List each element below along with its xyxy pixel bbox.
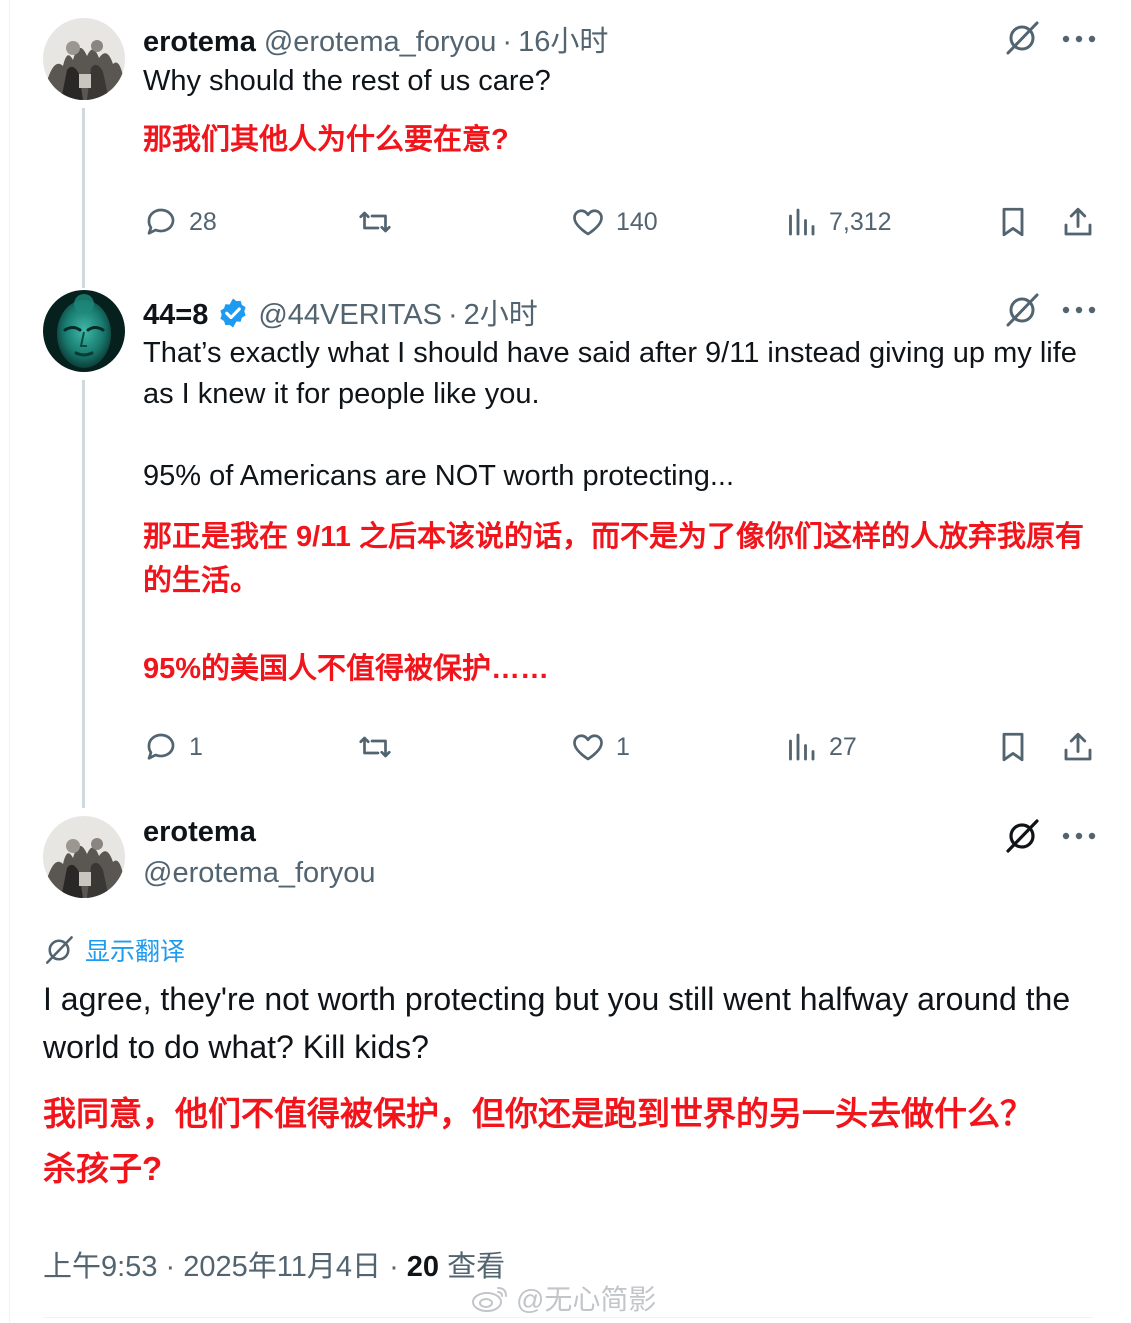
bookmark-icon <box>1002 207 1024 237</box>
main-display-name: erotema <box>143 816 256 849</box>
separator-dot: · <box>447 299 458 331</box>
grok-icon[interactable] <box>1003 817 1041 855</box>
avatar-44veritas[interactable] <box>43 290 125 372</box>
main-tweet-translation: 我同意，他们不值得被保护，但你还是跑到世界的另一头去做什么？杀孩子? <box>43 1095 1033 1187</box>
reply-count: 28 <box>189 207 217 236</box>
reply-button[interactable]: 1 <box>143 729 203 765</box>
reply-count: 1 <box>189 732 203 761</box>
share-icon <box>1064 207 1092 236</box>
share-icon <box>1064 732 1092 761</box>
repost-button[interactable] <box>357 204 393 240</box>
separator-dot: · <box>165 1251 176 1283</box>
heart-icon <box>573 209 603 236</box>
views-button[interactable]: 27 <box>783 729 857 765</box>
display-name[interactable]: 44=8 <box>143 299 208 332</box>
verified-badge-icon <box>220 298 246 328</box>
tweet-time[interactable]: 2小时 <box>464 291 538 333</box>
main-handle: @erotema_foryou <box>143 857 376 890</box>
tweet-translation: 那正是我在 9/11 之后本该说的话，而不是为了像你们这样的人放弃我原有的生活。… <box>143 521 1084 685</box>
views-chart-icon <box>789 733 815 761</box>
divider <box>43 1317 1093 1318</box>
views-chart-icon <box>789 208 815 236</box>
bookmark-icon <box>1002 732 1024 762</box>
like-button[interactable]: 1 <box>570 729 630 765</box>
thread-line <box>82 380 85 808</box>
tweet-header: 44=8 @44VERITAS · 2小时 <box>143 290 538 333</box>
display-name[interactable]: erotema <box>143 816 256 849</box>
tweet-metadata: 上午9:53 · 2025年11月4日 · 20 查看 <box>43 1243 505 1285</box>
more-dots-icon[interactable] <box>1062 34 1096 44</box>
grok-icon[interactable] <box>1003 291 1041 329</box>
separator-dot: · <box>389 1251 399 1283</box>
tweet-translation: 那我们其他人为什么要在意? <box>143 124 509 156</box>
view-count: 20 <box>406 1251 440 1283</box>
bookmark-button[interactable] <box>995 729 1031 765</box>
main-tweet-text: I agree, they're not worth protecting bu… <box>43 981 1071 1065</box>
repost-button[interactable] <box>357 729 393 765</box>
like-count: 140 <box>616 207 658 236</box>
grok-icon[interactable] <box>1003 19 1041 57</box>
show-translation-link[interactable]: 显示翻译 <box>43 932 185 968</box>
views-count: 7,312 <box>829 207 892 236</box>
bookmark-button[interactable] <box>995 204 1031 240</box>
user-handle[interactable]: @erotema_foryou <box>143 857 376 890</box>
heart-icon <box>573 734 603 761</box>
like-button[interactable]: 140 <box>570 204 658 240</box>
tweet-text: Why should the rest of us care? <box>143 65 551 97</box>
weibo-watermark: @无心简影 <box>470 1278 656 1318</box>
display-name[interactable]: erotema <box>143 26 256 59</box>
reply-button[interactable]: 28 <box>143 204 217 240</box>
translate-label: 显示翻译 <box>85 938 186 966</box>
tweet-header: erotema @erotema_foryou · 16小时 <box>143 18 608 60</box>
post-time[interactable]: 上午9:53 <box>43 1251 157 1283</box>
more-dots-icon[interactable] <box>1062 305 1096 315</box>
more-dots-icon[interactable] <box>1062 831 1096 841</box>
page-left-border <box>9 0 10 1323</box>
user-handle[interactable]: @erotema_foryou <box>264 26 497 59</box>
tweet-text: That’s exactly what I should have said a… <box>143 337 1077 492</box>
share-button[interactable] <box>1060 204 1096 240</box>
tweet-time[interactable]: 16小时 <box>518 18 608 60</box>
avatar-erotema[interactable] <box>43 18 125 100</box>
post-date[interactable]: 2025年11月4日 <box>183 1251 381 1283</box>
reply-icon <box>147 208 175 235</box>
reply-icon <box>147 733 175 760</box>
like-count: 1 <box>616 732 630 761</box>
repost-icon <box>359 736 391 758</box>
weibo-logo-icon <box>472 1287 507 1312</box>
user-handle[interactable]: @44VERITAS <box>258 299 442 332</box>
thread-line <box>82 108 85 288</box>
translate-icon <box>45 936 73 964</box>
separator-dot: · <box>502 26 513 58</box>
share-button[interactable] <box>1060 729 1096 765</box>
avatar-erotema[interactable] <box>43 816 125 898</box>
views-count: 27 <box>829 732 857 761</box>
repost-icon <box>359 211 391 233</box>
watermark-text: @无心简影 <box>516 1284 657 1315</box>
views-button[interactable]: 7,312 <box>783 204 892 240</box>
